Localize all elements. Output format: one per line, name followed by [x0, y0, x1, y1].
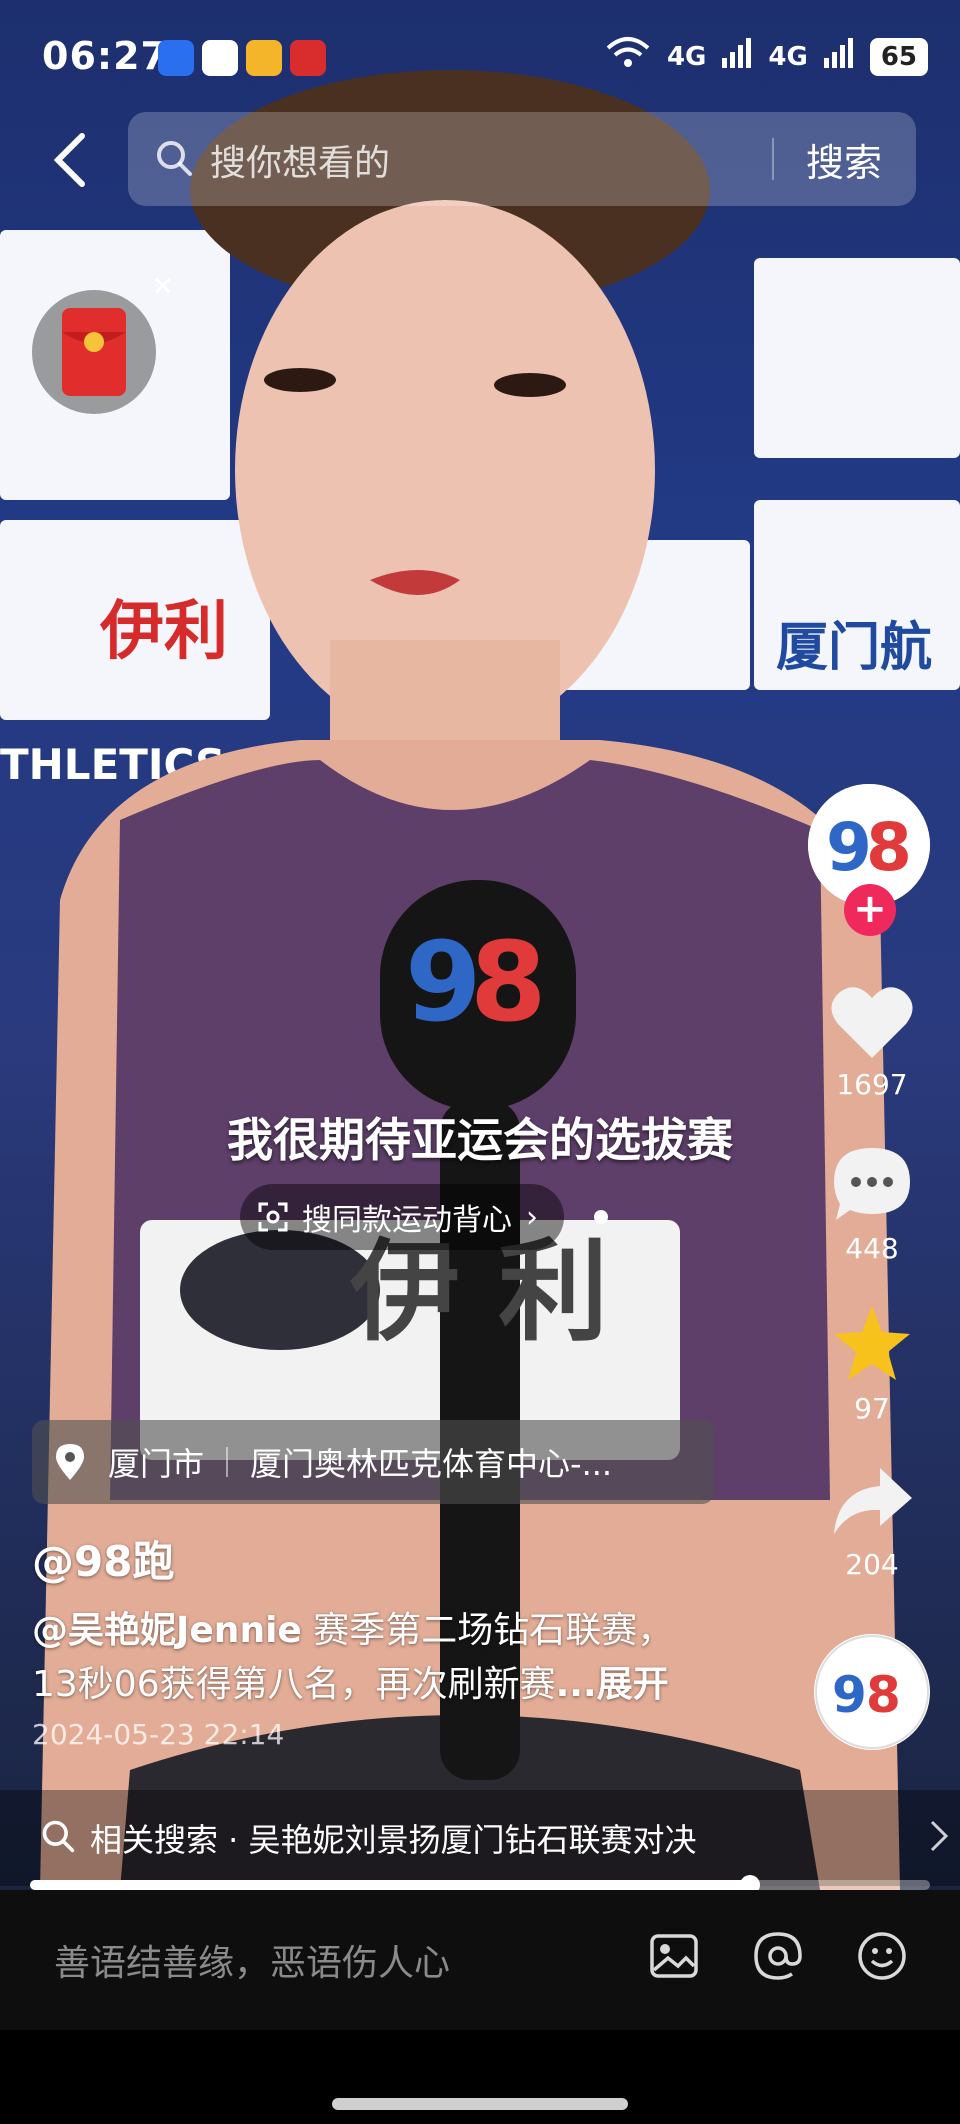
location-city: 厦门市	[108, 1445, 205, 1483]
search-icon	[154, 138, 194, 182]
location-venue: 厦门奥林匹克体育中心-...	[250, 1445, 613, 1483]
comment-tools	[648, 1930, 908, 1986]
status-indicators: 4G 4G 65	[605, 36, 928, 77]
back-button[interactable]	[46, 132, 98, 188]
top-bar: 搜你想看的 搜索	[0, 112, 960, 208]
signal-4g-label: 4G	[768, 41, 808, 72]
emoji-icon[interactable]	[856, 1930, 908, 1986]
svg-text:8: 8	[866, 1666, 901, 1724]
image-icon[interactable]	[648, 1930, 700, 1986]
favorite-button[interactable]: 97	[808, 1304, 936, 1425]
notification-app-icon	[158, 40, 194, 76]
music-disc[interactable]: 9 8	[814, 1634, 930, 1750]
share-arrow-icon	[834, 1468, 912, 1534]
signal-4g-label: 4G	[666, 41, 707, 72]
share-count: 204	[845, 1548, 899, 1581]
favorite-count: 97	[854, 1392, 890, 1425]
weibo-icon	[246, 40, 282, 76]
chevron-left-icon	[53, 133, 85, 187]
red-envelope-icon	[62, 308, 126, 396]
status-app-icons	[158, 40, 326, 76]
svg-text:8: 8	[866, 809, 912, 886]
chevron-right-icon: ›	[526, 1199, 538, 1235]
location-chip[interactable]: 厦门市 厦门奥林匹克体育中心-...	[32, 1420, 714, 1504]
star-icon	[834, 1306, 910, 1380]
music-logo-icon: 9 8	[815, 1635, 929, 1749]
post-description: @吴艳妮Jennie 赛季第二场钻石联赛， 13秒06获得第八名，再次刷新赛..…	[32, 1604, 772, 1712]
follow-button[interactable]: +	[844, 884, 896, 936]
product-search-chip[interactable]: 搜同款运动背心 ›	[240, 1184, 564, 1250]
comment-count: 448	[845, 1232, 899, 1265]
description-line-1: 赛季第二场钻石联赛，	[301, 1610, 674, 1651]
location-divider	[226, 1447, 229, 1477]
battery-indicator: 65	[869, 37, 928, 76]
notification-app-icon	[290, 40, 326, 76]
search-placeholder: 搜你想看的	[210, 143, 391, 184]
signal-bars-icon	[722, 38, 752, 75]
post-date: 2024-05-23 22:14	[32, 1718, 285, 1751]
scan-icon	[258, 1202, 288, 1232]
svg-text:9: 9	[832, 1666, 867, 1724]
mention-link[interactable]: @吴艳妮Jennie	[32, 1610, 302, 1651]
red-packet-widget[interactable]	[32, 290, 156, 414]
signal-bars-icon	[823, 38, 854, 75]
wifi-icon	[605, 36, 651, 77]
related-search-text: 相关搜索 · 吴艳妮刘景扬厦门钻石联赛对决	[90, 1821, 697, 1859]
chevron-right-icon	[928, 1818, 950, 1858]
carousel-dot	[594, 1210, 608, 1224]
progress-fill	[30, 1880, 750, 1890]
location-pin-icon	[56, 1444, 84, 1480]
status-bar: 06:27 4G 4G 65	[0, 0, 960, 120]
expand-button[interactable]: ...展开	[556, 1664, 669, 1705]
search-button[interactable]: 搜索	[806, 132, 882, 187]
like-button[interactable]: 1697	[808, 984, 936, 1101]
author-name[interactable]: @98跑	[32, 1528, 174, 1589]
description-line-2: 13秒06获得第八名，再次刷新赛	[32, 1664, 556, 1705]
close-icon[interactable]: ✕	[152, 272, 174, 302]
video-progress-bar[interactable]	[30, 1875, 930, 1895]
related-search-bar[interactable]: 相关搜索 · 吴艳妮刘景扬厦门钻石联赛对决	[0, 1790, 960, 1886]
status-time: 06:27	[42, 34, 168, 78]
comment-bar: 善语结善缘，恶语伤人心	[0, 1890, 960, 2030]
search-divider	[772, 138, 774, 180]
share-button[interactable]: 204	[808, 1464, 936, 1581]
at-mention-icon[interactable]	[752, 1930, 804, 1986]
search-icon	[40, 1818, 76, 1858]
product-chip-label: 搜同款运动背心	[302, 1203, 512, 1238]
home-indicator[interactable]	[332, 2098, 628, 2110]
svg-text:8: 8	[470, 918, 547, 1046]
search-input[interactable]: 搜你想看的 搜索	[128, 112, 916, 206]
video-subtitle: 我很期待亚运会的选拔赛	[227, 1113, 733, 1167]
notification-app-icon	[202, 40, 238, 76]
comment-input[interactable]: 善语结善缘，恶语伤人心	[54, 1934, 450, 1986]
like-count: 1697	[836, 1068, 908, 1101]
heart-icon	[831, 987, 913, 1058]
